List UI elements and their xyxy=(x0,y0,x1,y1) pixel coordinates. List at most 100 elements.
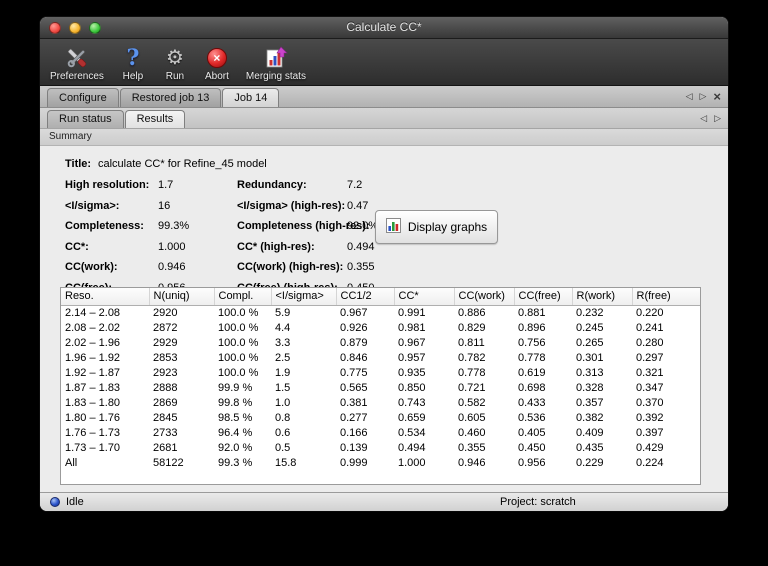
table-cell: 0.957 xyxy=(398,351,426,364)
minimize-window-button[interactable] xyxy=(69,22,81,34)
bar-chart-icon xyxy=(385,218,401,236)
column-header-i-sigma[interactable]: <I/sigma> xyxy=(271,288,337,306)
table-row[interactable]: All 58122 99.3 % 15.8 0.999 1.000 0.946 0.956 0.… xyxy=(61,455,700,470)
column-header-r-free[interactable]: R(free) xyxy=(632,288,700,306)
table-row[interactable]: 2.02 – 1.96 2929 100.0 % 3.3 0.879 0.967 0.811… xyxy=(61,335,700,350)
table-cell: 0.743 xyxy=(398,396,426,409)
column-header-reso[interactable]: Reso. xyxy=(61,288,150,306)
table-cell: 2920 xyxy=(153,306,178,319)
close-tab-icon[interactable]: × xyxy=(713,90,721,103)
table-cell: 15.8 xyxy=(275,456,297,469)
titlebar[interactable]: Calculate CC* xyxy=(40,17,728,39)
table-row[interactable]: 1.92 – 1.87 2923 100.0 % 1.9 0.775 0.935 0.778… xyxy=(61,365,700,380)
results-tab-bar: Run status Results ◁ ▷ xyxy=(40,108,728,129)
table-cell: 0.241 xyxy=(636,321,664,334)
table-cell: 0.846 xyxy=(340,351,368,364)
table-row[interactable]: 1.76 – 1.73 2733 96.4 % 0.6 0.166 0.534 0.460 0… xyxy=(61,425,700,440)
table-cell: 0.347 xyxy=(636,381,664,394)
table-row[interactable]: 1.96 – 1.92 2853 100.0 % 2.5 0.846 0.957 0.782… xyxy=(61,350,700,365)
table-cell: 100.0 % xyxy=(218,351,259,364)
table-cell: 2.02 – 1.96 xyxy=(65,336,121,349)
toolbar-button-abort[interactable]: × Abort xyxy=(204,45,230,82)
summary-value: 1.7 xyxy=(158,179,174,191)
table-cell: 0.756 xyxy=(518,336,546,349)
zoom-window-button[interactable] xyxy=(89,22,101,34)
toolbar-button-help[interactable]: ? Help xyxy=(120,45,146,83)
column-header-cc[interactable]: CC* xyxy=(394,288,455,306)
abort-icon: × xyxy=(204,45,230,70)
table-cell: 1.5 xyxy=(275,381,291,394)
table-cell: 0.450 xyxy=(518,441,546,454)
column-header-compl[interactable]: Compl. xyxy=(214,288,272,306)
column-header-r-work[interactable]: R(work) xyxy=(572,288,633,306)
table-row[interactable]: 1.83 – 1.80 2869 99.8 % 1.0 0.381 0.743 0.582 0… xyxy=(61,395,700,410)
table-cell: 100.0 % xyxy=(218,306,259,319)
tab-run-status[interactable]: Run status xyxy=(47,110,124,128)
table-cell: 1.76 – 1.73 xyxy=(65,426,121,439)
column-header-cc-free[interactable]: CC(free) xyxy=(514,288,573,306)
summary-title-row: Title: calculate CC* for Refine_45 model xyxy=(65,153,728,175)
scroll-tabs-right-icon[interactable]: ▷ xyxy=(714,113,721,123)
table-cell: 1.87 – 1.83 xyxy=(65,381,121,394)
table-cell: 0.280 xyxy=(636,336,664,349)
table-cell: 98.5 % xyxy=(218,411,253,424)
table-row[interactable]: 1.80 – 1.76 2845 98.5 % 0.8 0.277 0.659 0.605 0… xyxy=(61,410,700,425)
tab-results[interactable]: Results xyxy=(124,110,186,128)
scroll-tabs-left-icon[interactable]: ◁ xyxy=(686,92,693,101)
toolbar-button-label: Run xyxy=(165,71,185,82)
scroll-tabs-left-icon[interactable]: ◁ xyxy=(700,113,707,123)
summary-label: Redundancy: xyxy=(237,179,307,191)
toolbar-button-label: Preferences xyxy=(50,71,104,82)
table-cell: 99.9 % xyxy=(218,381,253,394)
table-cell: All xyxy=(65,456,78,469)
table-row[interactable]: 2.14 – 2.08 2920 100.0 % 5.9 0.967 0.991 0.886… xyxy=(61,305,700,320)
table-cell: 1.000 xyxy=(398,456,426,469)
status-text: Idle xyxy=(66,496,84,508)
column-header-cc1-2[interactable]: CC1/2 xyxy=(336,288,395,306)
table-cell: 0.220 xyxy=(636,306,664,319)
table-cell: 1.96 – 1.92 xyxy=(65,351,121,364)
table-cell: 2872 xyxy=(153,321,178,334)
toolbar-button-merging-stats[interactable]: Merging stats xyxy=(246,45,306,82)
summary-value: 1.000 xyxy=(158,240,186,253)
column-header-cc-work[interactable]: CC(work) xyxy=(454,288,515,306)
tab-job-14[interactable]: Job 14 xyxy=(222,88,280,107)
table-row[interactable]: 2.08 – 2.02 2872 100.0 % 4.4 0.926 0.981 0.829… xyxy=(61,320,700,335)
table-cell: 99.8 % xyxy=(218,396,253,409)
toolbar-button-preferences[interactable]: Preferences xyxy=(50,45,104,82)
table-cell: 0.409 xyxy=(576,426,604,439)
window-title: Calculate CC* xyxy=(346,20,422,34)
table-cell: 0.229 xyxy=(576,456,604,469)
preferences-icon xyxy=(64,45,90,70)
table-cell: 1.83 – 1.80 xyxy=(65,396,121,409)
column-header-n-uniq[interactable]: N(uniq) xyxy=(149,288,215,306)
table-cell: 0.536 xyxy=(518,411,546,424)
table-cell: 0.328 xyxy=(576,381,604,394)
table-cell: 2681 xyxy=(153,441,178,454)
table-cell: 0.494 xyxy=(398,441,426,454)
toolbar-button-run[interactable]: ⚙ Run xyxy=(162,45,188,83)
table-cell: 0.534 xyxy=(398,426,426,439)
statusbar: Idle Project: scratch xyxy=(40,492,728,511)
statistics-table: Reso. N(uniq) Compl. <I/sigma> CC1/2 CC* CC(wo… xyxy=(61,288,700,470)
table-cell: 0.6 xyxy=(275,426,291,439)
table-cell: 0.8 xyxy=(275,411,291,424)
summary-value: 99.3% xyxy=(158,220,190,232)
table-cell: 0.301 xyxy=(576,351,604,364)
summary-value: 0.946 xyxy=(158,261,186,273)
scroll-tabs-right-icon[interactable]: ▷ xyxy=(699,92,706,101)
table-cell: 0.721 xyxy=(458,381,486,394)
table-cell: 2845 xyxy=(153,411,178,424)
table-cell: 1.0 xyxy=(275,396,291,409)
tab-configure[interactable]: Configure xyxy=(47,88,119,107)
display-graphs-button[interactable]: Display graphs xyxy=(375,210,498,244)
table-cell: 0.850 xyxy=(398,381,426,394)
table-cell: 2733 xyxy=(153,426,178,439)
close-window-button[interactable] xyxy=(49,22,61,34)
tab-restored-job-13[interactable]: Restored job 13 xyxy=(119,88,222,107)
table-row[interactable]: 1.87 – 1.83 2888 99.9 % 1.5 0.565 0.850 0.721 0… xyxy=(61,380,700,395)
table-cell: 0.435 xyxy=(576,441,604,454)
summary-label: Completeness (high-res): xyxy=(237,220,370,232)
table-row[interactable]: 1.73 – 1.70 2681 92.0 % 0.5 0.139 0.494 0.355 0… xyxy=(61,440,700,455)
table-cell: 0.405 xyxy=(518,426,546,439)
